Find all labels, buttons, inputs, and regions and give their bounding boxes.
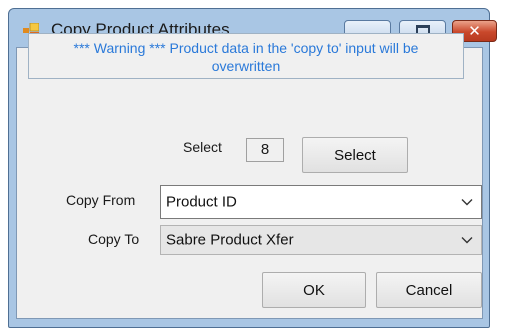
select-count: 8 — [246, 138, 284, 162]
warning-line-1: *** Warning *** Product data in the 'cop… — [73, 40, 419, 56]
ok-button[interactable]: OK — [262, 272, 366, 308]
warning-message: *** Warning *** Product data in the 'cop… — [29, 39, 463, 75]
select-button[interactable]: Select — [302, 137, 408, 173]
warning-box: *** Warning *** Product data in the 'cop… — [28, 33, 464, 79]
close-icon: ✕ — [468, 22, 481, 40]
cancel-button[interactable]: Cancel — [376, 272, 482, 308]
copy-from-label: Copy From — [66, 192, 136, 208]
copy-to-value: Sabre Product Xfer — [166, 231, 294, 249]
chevron-down-icon — [461, 199, 473, 206]
select-label: Select — [183, 139, 222, 155]
copy-from-value: Product ID — [166, 193, 237, 211]
warning-line-2: overwritten — [211, 58, 281, 74]
chevron-down-icon — [461, 237, 473, 244]
copy-to-dropdown[interactable]: Sabre Product Xfer — [160, 225, 482, 255]
copy-from-dropdown[interactable]: Product ID — [160, 185, 482, 219]
copy-to-label: Copy To — [88, 231, 140, 247]
